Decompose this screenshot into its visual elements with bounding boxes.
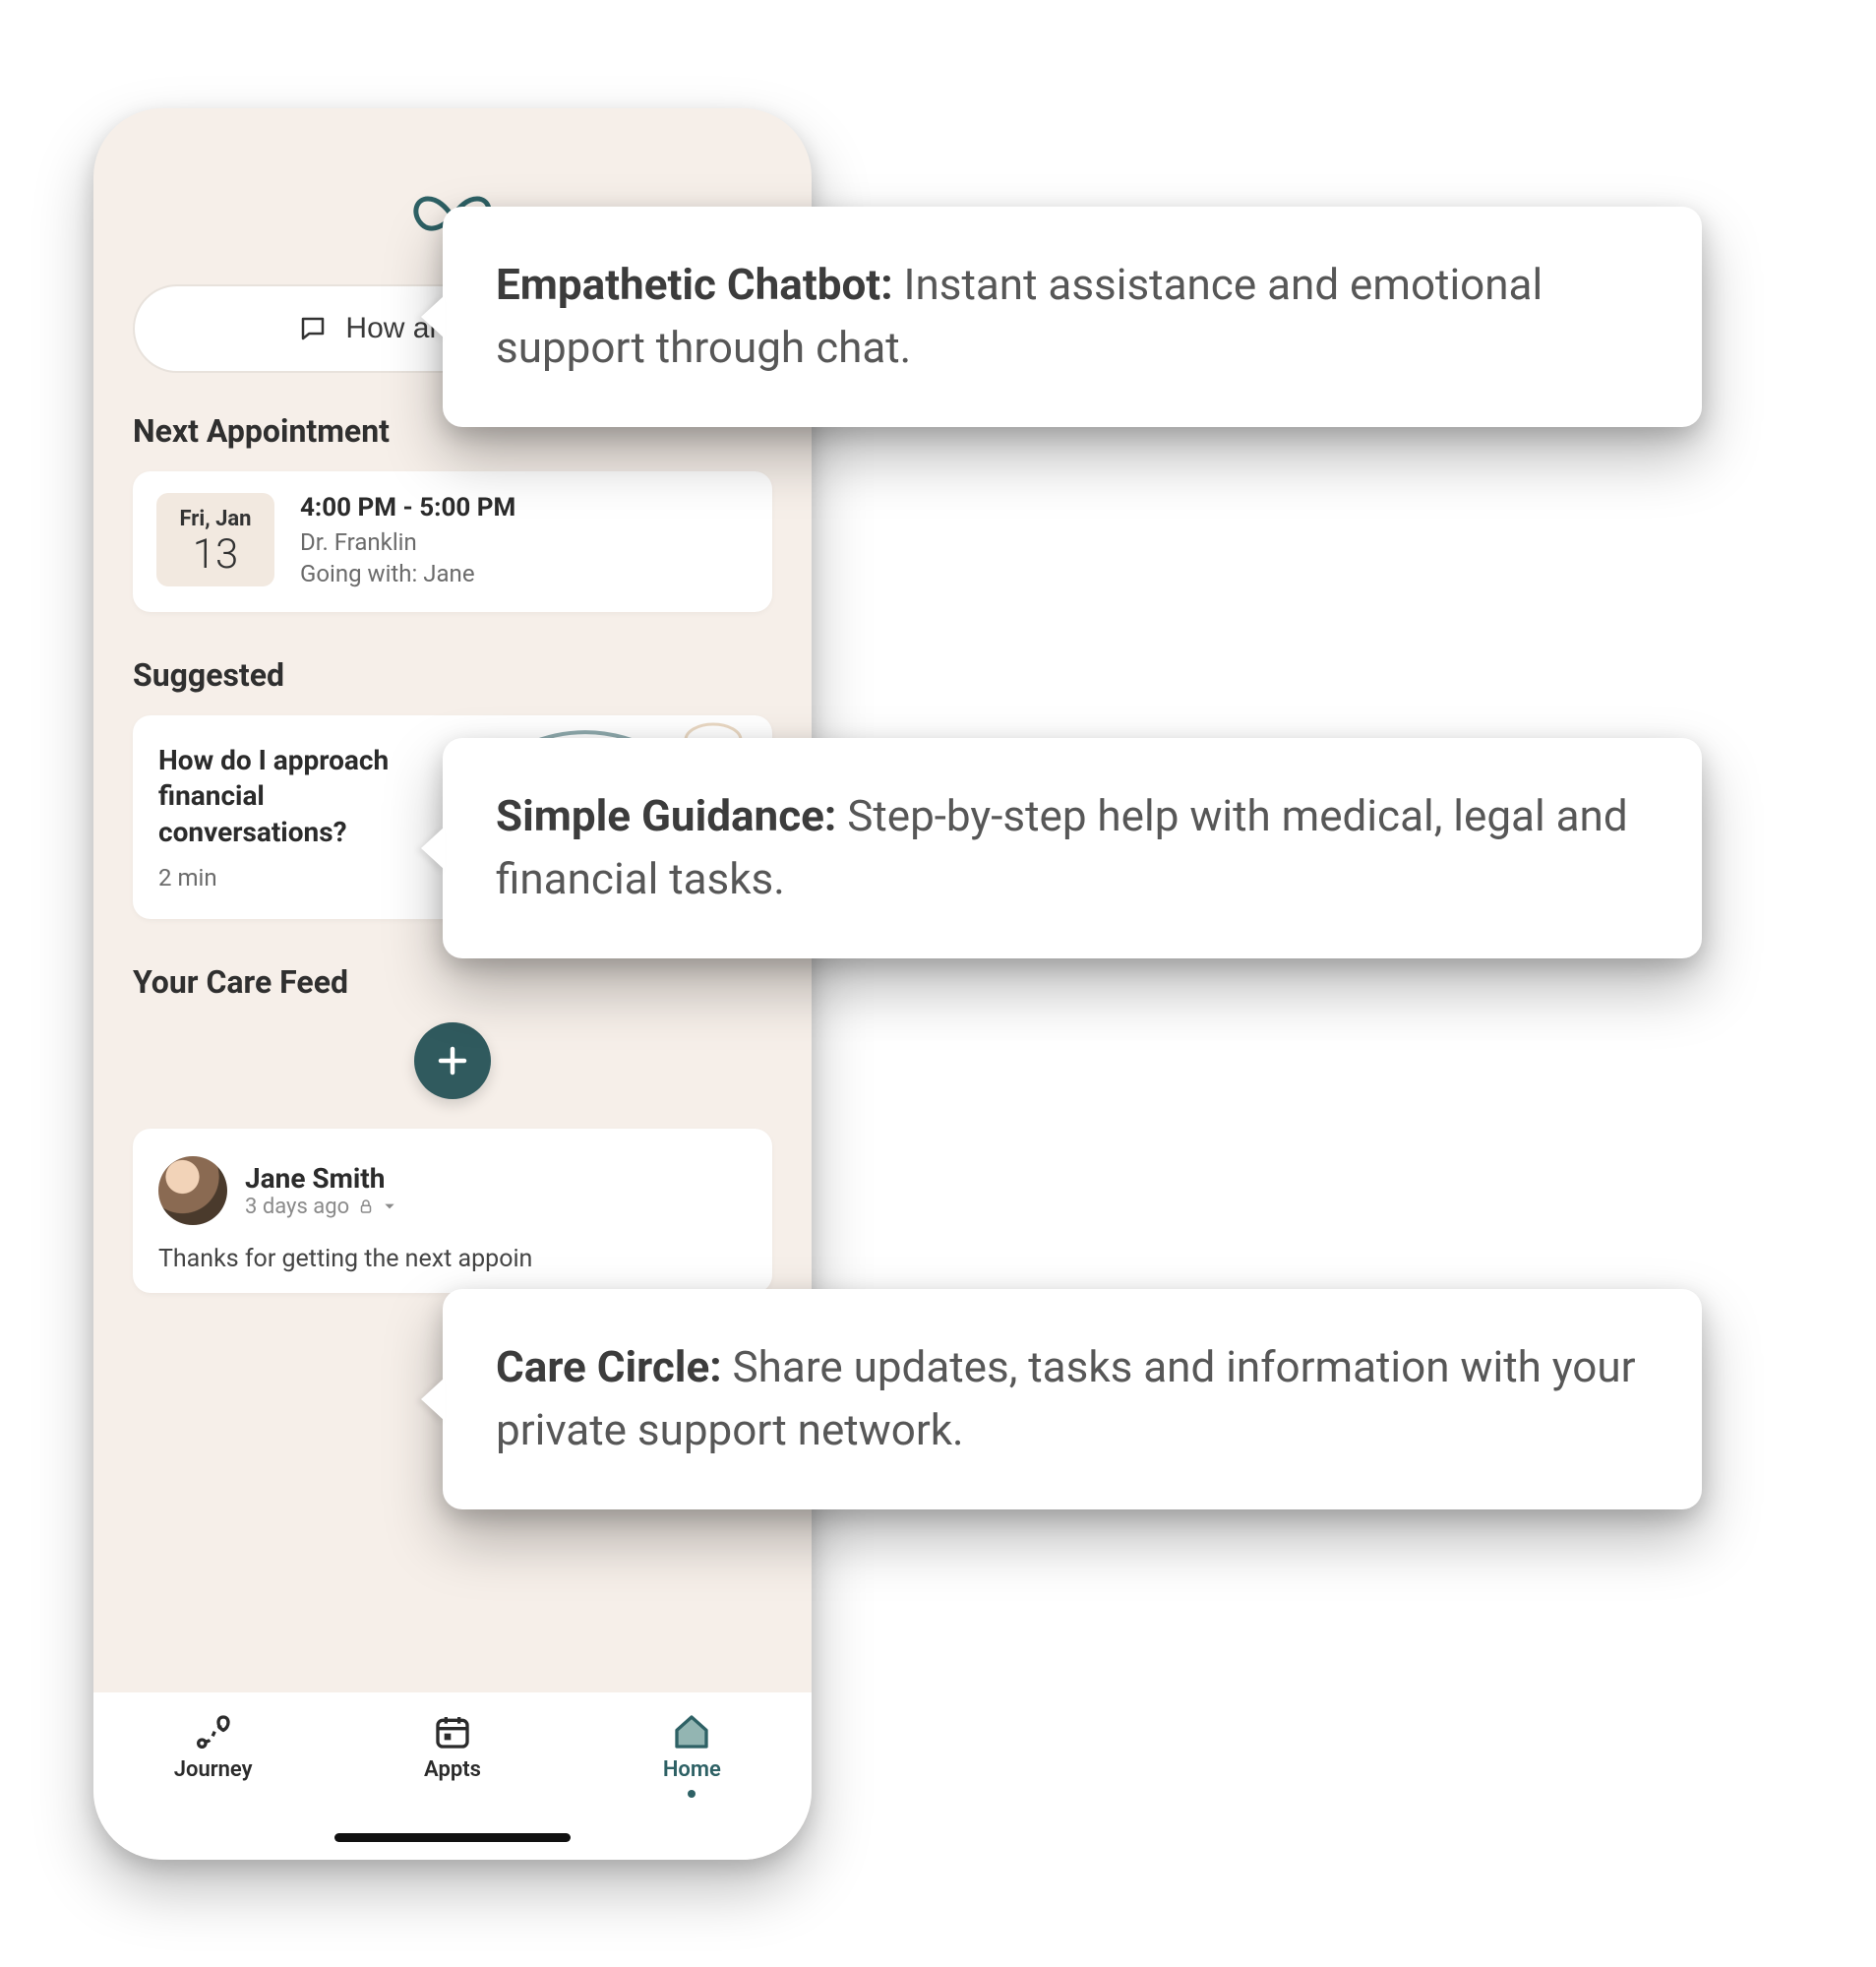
- nav-journey[interactable]: Journey: [155, 1712, 272, 1782]
- home-icon: [672, 1712, 711, 1752]
- appointment-card[interactable]: Fri, Jan 13 4:00 PM - 5:00 PM Dr. Frankl…: [133, 471, 772, 612]
- appointment-date-chip: Fri, Jan 13: [156, 493, 274, 586]
- callout-title: Care Circle:: [496, 1341, 722, 1392]
- home-indicator: [334, 1833, 571, 1842]
- nav-appts[interactable]: Appts: [394, 1712, 511, 1782]
- plus-icon: [435, 1043, 470, 1078]
- nav-active-dot: [688, 1790, 696, 1798]
- post-author: Jane Smith: [245, 1162, 396, 1195]
- callout-title: Simple Guidance:: [496, 790, 836, 841]
- care-feed-heading: Your Care Feed: [133, 963, 772, 1001]
- suggested-heading: Suggested: [133, 656, 772, 694]
- appointment-going-with: Going with: Jane: [300, 558, 515, 589]
- avatar: [158, 1156, 227, 1225]
- chat-icon: [298, 314, 328, 343]
- feed-post[interactable]: Jane Smith 3 days ago Thanks for getting…: [133, 1129, 772, 1293]
- appointment-day-number: 13: [162, 533, 269, 577]
- callout-guidance: Simple Guidance: Step-by-step help with …: [443, 738, 1702, 958]
- chevron-down-icon: [383, 1199, 396, 1213]
- appointment-time: 4:00 PM - 5:00 PM: [300, 493, 515, 522]
- calendar-icon: [433, 1712, 472, 1752]
- appointment-day-label: Fri, Jan: [162, 507, 269, 531]
- callout-title: Empathetic Chatbot:: [496, 259, 893, 310]
- bottom-nav: Journey Appts Home: [93, 1692, 812, 1860]
- nav-home-label: Home: [663, 1757, 721, 1782]
- suggested-question: How do I approach financial conversation…: [158, 743, 434, 850]
- post-time: 3 days ago: [245, 1195, 349, 1219]
- nav-appts-label: Appts: [424, 1757, 481, 1782]
- lock-icon: [357, 1198, 375, 1215]
- post-body: Thanks for getting the next appoin: [158, 1245, 747, 1273]
- callout-care-circle: Care Circle: Share updates, tasks and in…: [443, 1289, 1702, 1509]
- nav-home[interactable]: Home: [634, 1712, 750, 1798]
- journey-icon: [194, 1712, 233, 1752]
- callout-chatbot: Empathetic Chatbot: Instant assistance a…: [443, 207, 1702, 427]
- nav-journey-label: Journey: [174, 1757, 253, 1782]
- appointment-doctor: Dr. Franklin: [300, 526, 515, 558]
- add-post-button[interactable]: [414, 1022, 491, 1099]
